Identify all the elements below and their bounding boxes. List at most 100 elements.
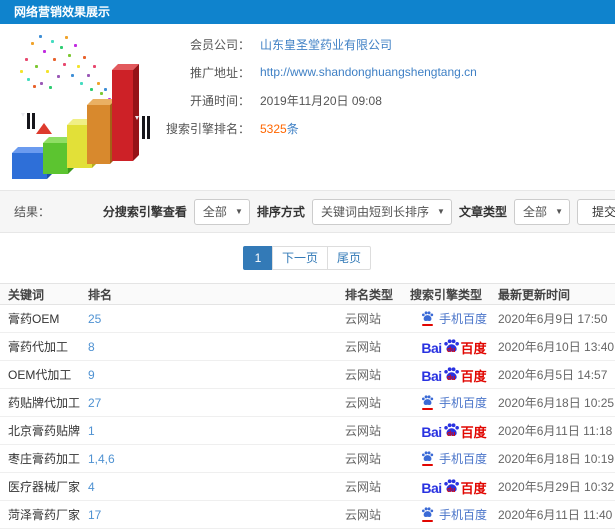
baidu-logo: Bai du 百度: [421, 366, 487, 384]
cell-updated: 2020年6月11日 11:18: [498, 424, 613, 438]
cell-rank-type: 云网站: [345, 452, 382, 466]
cell-updated: 2020年6月5日 14:57: [498, 368, 608, 382]
chevron-down-icon: ▼: [437, 207, 445, 216]
mobile-baidu: 手机百度: [421, 506, 487, 523]
businessman-left-figure: [23, 113, 39, 129]
cell-rank: 27: [88, 396, 345, 410]
submit-button[interactable]: 提交: [576, 198, 615, 225]
cell-engine: Bai du 百度: [410, 422, 498, 439]
cell-rank-type: 云网站: [345, 340, 382, 354]
cell-updated: 2020年6月9日 17:50: [498, 312, 608, 326]
cell-rank-type: 云网站: [345, 424, 382, 438]
sort-label: 排序方式: [256, 205, 305, 219]
engine-rank-row: 搜索引擎排名： 5325条: [150, 114, 477, 142]
col-updated: 最新更新时间: [498, 287, 571, 302]
rank-link[interactable]: 17: [88, 508, 101, 522]
sort-selected: 关键词由短到长排序: [320, 205, 429, 219]
table-row: 膏药代加工 8 云网站 Bai du 百度 2020年6月10日 13:40: [0, 333, 615, 361]
cell-engine: 手机百度: [410, 506, 498, 523]
cell-keyword: 医疗器械厂家: [8, 480, 81, 494]
cell-keyword: 枣庄膏药加工: [8, 452, 81, 466]
cell-engine: Bai du 百度: [410, 338, 498, 355]
cell-engine: Bai du 百度: [410, 366, 498, 383]
sort-select[interactable]: 关键词由短到长排序 ▼: [311, 198, 452, 225]
chevron-down-icon: ▼: [555, 207, 563, 216]
table-row: OEM代加工 9 云网站 Bai du 百度 2020年6月5日 14:57: [0, 361, 615, 389]
engine-view-selected: 全部: [202, 205, 227, 219]
baidu-logo: Bai du 百度: [421, 478, 487, 496]
mobile-baidu: 手机百度: [421, 394, 487, 411]
baidu-paw-icon: du: [443, 478, 460, 495]
baidu-paw-icon: du: [443, 366, 460, 383]
baidu-logo: Bai du 百度: [421, 338, 487, 356]
cell-keyword: 菏泽膏药厂家: [8, 508, 81, 522]
open-time-value: 2019年11月20日 09:08: [260, 93, 382, 108]
cell-keyword: OEM代加工: [8, 368, 72, 382]
rank-link[interactable]: 25: [88, 312, 101, 326]
bar-chart-green-bar: [43, 137, 74, 174]
chevron-down-icon: ▼: [235, 207, 243, 216]
rank-link[interactable]: 1: [88, 424, 95, 438]
engine-rank-label: 搜索引擎排名：: [165, 121, 250, 136]
article-type-label: 文章类型: [458, 205, 507, 219]
keyword-rank-table: 关键词 排名 排名类型 搜索引擎类型 最新更新时间 膏药OEM 25 云网站 手…: [0, 283, 615, 529]
account-info: 会员公司： 山东皇圣堂药业有限公司 推广地址： http://www.shand…: [150, 30, 477, 142]
table-row: 枣庄膏药加工 1,4,6 云网站 手机百度 2020年6月18日 10:19: [0, 445, 615, 473]
mobile-baidu: 手机百度: [421, 310, 487, 327]
cell-rank-type: 云网站: [345, 312, 382, 326]
rank-link[interactable]: 1,4,6: [88, 452, 115, 466]
table-row: 药贴牌代加工 27 云网站 手机百度 2020年6月18日 10:25: [0, 389, 615, 417]
article-type-selected: 全部: [522, 205, 547, 219]
filter-controls: 分搜索引擎查看 全部 ▼ 排序方式 关键词由短到长排序 ▼ 文章类型 全部 ▼ …: [102, 198, 615, 225]
table-row: 医疗器械厂家 4 云网站 Bai du 百度 2020年5月29日 10:32: [0, 473, 615, 501]
cell-rank-type: 云网站: [345, 480, 382, 494]
rank-count-number: 5325: [260, 121, 287, 136]
mobile-baidu-paw-icon: [421, 311, 434, 326]
table-body: 膏药OEM 25 云网站 手机百度 2020年6月9日 17:50 膏药代加工 …: [0, 305, 615, 529]
rank-link[interactable]: 9: [88, 368, 95, 382]
next-page-button[interactable]: 下一页: [271, 246, 328, 270]
cell-engine: 手机百度: [410, 310, 498, 327]
col-rank-type: 排名类型: [345, 287, 394, 302]
cell-engine: 手机百度: [410, 394, 498, 411]
bar-chart-blue-bar: [12, 147, 53, 179]
page-1-button[interactable]: 1: [242, 246, 273, 270]
cell-engine: 手机百度: [410, 450, 498, 467]
engine-rank-count[interactable]: 5325条: [260, 120, 299, 137]
info-section: 会员公司： 山东皇圣堂药业有限公司 推广地址： http://www.shand…: [0, 24, 615, 190]
article-type-select[interactable]: 全部 ▼: [513, 198, 570, 225]
baidu-paw-icon: du: [443, 422, 460, 439]
rank-link[interactable]: 4: [88, 480, 95, 494]
table-row: 菏泽膏药厂家 17 云网站 手机百度 2020年6月11日 11:40: [0, 501, 615, 529]
cell-rank: 4: [88, 480, 345, 494]
promo-url-row: 推广地址： http://www.shandonghuangshengtang.…: [150, 58, 477, 86]
filter-bar: 结果： 分搜索引擎查看 全部 ▼ 排序方式 关键词由短到长排序 ▼ 文章类型 全…: [0, 190, 615, 233]
rank-link[interactable]: 27: [88, 396, 101, 410]
table-row: 北京膏药贴牌 1 云网站 Bai du 百度 2020年6月11日 11:18: [0, 417, 615, 445]
engine-view-label: 分搜索引擎查看: [102, 205, 187, 219]
cell-engine: Bai du 百度: [410, 478, 498, 495]
last-page-button[interactable]: 尾页: [327, 246, 372, 270]
member-company-row: 会员公司： 山东皇圣堂药业有限公司: [150, 30, 477, 58]
bar-chart-red-bar: [112, 64, 139, 161]
engine-view-select[interactable]: 全部 ▼: [193, 198, 250, 225]
open-time-label: 开通时间：: [189, 93, 250, 108]
col-engine-type: 搜索引擎类型: [410, 287, 483, 302]
bar-chart-orange-bar: [87, 99, 116, 164]
member-company-link[interactable]: 山东皇圣堂药业有限公司: [260, 36, 392, 53]
col-rank: 排名: [88, 287, 113, 302]
app-header: 网络营销效果展示: [0, 0, 615, 24]
cell-keyword: 北京膏药贴牌: [8, 424, 81, 438]
cell-rank: 17: [88, 508, 345, 522]
cell-keyword: 膏药OEM: [8, 312, 60, 326]
table-header-row: 关键词 排名 排名类型 搜索引擎类型 最新更新时间: [0, 284, 615, 305]
rank-link[interactable]: 8: [88, 340, 95, 354]
promo-url-link[interactable]: http://www.shandonghuangshengtang.cn: [260, 65, 477, 79]
cell-keyword: 药贴牌代加工: [8, 396, 81, 410]
cell-updated: 2020年5月29日 10:32: [498, 480, 615, 494]
mobile-baidu-paw-icon: [421, 451, 434, 466]
cell-updated: 2020年6月10日 13:40: [498, 340, 615, 354]
cell-rank-type: 云网站: [345, 368, 382, 382]
baidu-paw-icon: du: [443, 338, 460, 355]
cell-rank-type: 云网站: [345, 396, 382, 410]
